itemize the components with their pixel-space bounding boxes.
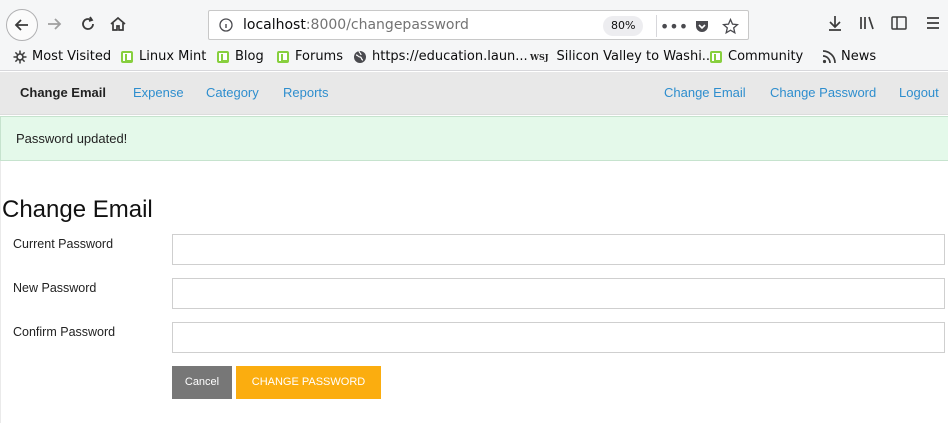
reload-icon bbox=[82, 16, 94, 30]
cancel-button[interactable]: Cancel bbox=[172, 366, 232, 399]
url-host: localhost bbox=[243, 17, 306, 33]
bookmark-linux-mint[interactable]: Linux Mint bbox=[120, 49, 206, 64]
rss-icon bbox=[822, 49, 836, 64]
pocket-icon[interactable] bbox=[693, 17, 711, 35]
navbar-brand[interactable]: Change Email bbox=[20, 85, 106, 100]
browser-toolbar: localhost:8000/changepassword 80% ••• bbox=[0, 0, 948, 44]
bookmark-community[interactable]: Community bbox=[709, 49, 803, 64]
bookmark-education[interactable]: https://education.laun... bbox=[353, 49, 528, 64]
new-password-label: New Password bbox=[13, 281, 97, 295]
nav-link-category[interactable]: Category bbox=[206, 85, 259, 100]
wsj-icon: WSJ bbox=[530, 51, 549, 62]
bookmark-star-icon[interactable] bbox=[721, 17, 739, 35]
url-text[interactable]: localhost:8000/changepassword bbox=[243, 17, 469, 33]
reload-button[interactable] bbox=[76, 12, 100, 36]
current-password-input[interactable] bbox=[172, 234, 945, 265]
alert-message: Password updated! bbox=[16, 131, 128, 146]
nav-link-change-password[interactable]: Change Password bbox=[770, 85, 876, 100]
new-password-input[interactable] bbox=[172, 278, 945, 309]
bookmark-label: Blog bbox=[235, 49, 264, 64]
confirm-password-input[interactable] bbox=[172, 322, 945, 353]
library-icon[interactable] bbox=[856, 12, 878, 34]
arrow-right-icon bbox=[48, 18, 62, 30]
content-border bbox=[0, 161, 1, 423]
change-password-button[interactable]: CHANGE PASSWORD bbox=[236, 366, 381, 399]
back-button[interactable] bbox=[6, 9, 38, 41]
bookmark-news[interactable]: News bbox=[822, 49, 876, 64]
page-actions-icon[interactable]: ••• bbox=[660, 17, 688, 36]
mint-icon bbox=[276, 50, 290, 64]
bookmark-blog[interactable]: Blog bbox=[216, 49, 264, 64]
bookmark-most-visited[interactable]: Most Visited bbox=[13, 49, 111, 64]
confirm-password-label: Confirm Password bbox=[13, 325, 116, 339]
mint-icon bbox=[120, 50, 134, 64]
bookmark-silicon-valley[interactable]: WSJ Silicon Valley to Washi... bbox=[530, 49, 714, 64]
arrow-left-icon bbox=[14, 19, 28, 31]
nav-link-reports[interactable]: Reports bbox=[283, 85, 329, 100]
url-bar[interactable]: localhost:8000/changepassword 80% ••• bbox=[208, 10, 749, 40]
gear-icon bbox=[13, 50, 27, 64]
nav-link-change-email[interactable]: Change Email bbox=[664, 85, 746, 100]
page-title: Change Email bbox=[2, 196, 153, 223]
app-navbar: Change Email Expense Category Reports Ch… bbox=[0, 72, 948, 115]
bookmarks-toolbar: Most Visited Linux Mint Blog Forums http… bbox=[0, 44, 948, 71]
nav-link-logout[interactable]: Logout bbox=[899, 85, 939, 100]
download-icon[interactable] bbox=[824, 12, 846, 34]
zoom-badge[interactable]: 80% bbox=[603, 16, 644, 36]
bookmark-label: https://education.laun... bbox=[372, 49, 528, 64]
bookmark-label: Community bbox=[728, 49, 804, 64]
bookmark-label: News bbox=[841, 49, 877, 64]
url-divider bbox=[656, 15, 657, 37]
bookmark-label: Silicon Valley to Washi... bbox=[556, 49, 715, 64]
mint-icon bbox=[709, 50, 723, 64]
mint-icon bbox=[216, 50, 230, 64]
globe-icon bbox=[353, 50, 367, 64]
home-icon bbox=[110, 16, 126, 31]
bookmark-label: Most Visited bbox=[32, 49, 112, 64]
sidebar-toggle-icon[interactable] bbox=[888, 12, 910, 34]
menu-icon[interactable] bbox=[922, 12, 944, 34]
success-alert: Password updated! bbox=[0, 116, 948, 161]
nav-link-expense[interactable]: Expense bbox=[133, 85, 184, 100]
home-button[interactable] bbox=[106, 12, 130, 36]
current-password-label: Current Password bbox=[13, 237, 114, 251]
bookmark-label: Linux Mint bbox=[139, 49, 207, 64]
bookmark-label: Forums bbox=[295, 49, 343, 64]
bookmark-forums[interactable]: Forums bbox=[276, 49, 343, 64]
url-path: :8000/changepassword bbox=[305, 17, 469, 33]
forward-button[interactable] bbox=[42, 12, 66, 36]
info-icon[interactable] bbox=[219, 18, 233, 32]
